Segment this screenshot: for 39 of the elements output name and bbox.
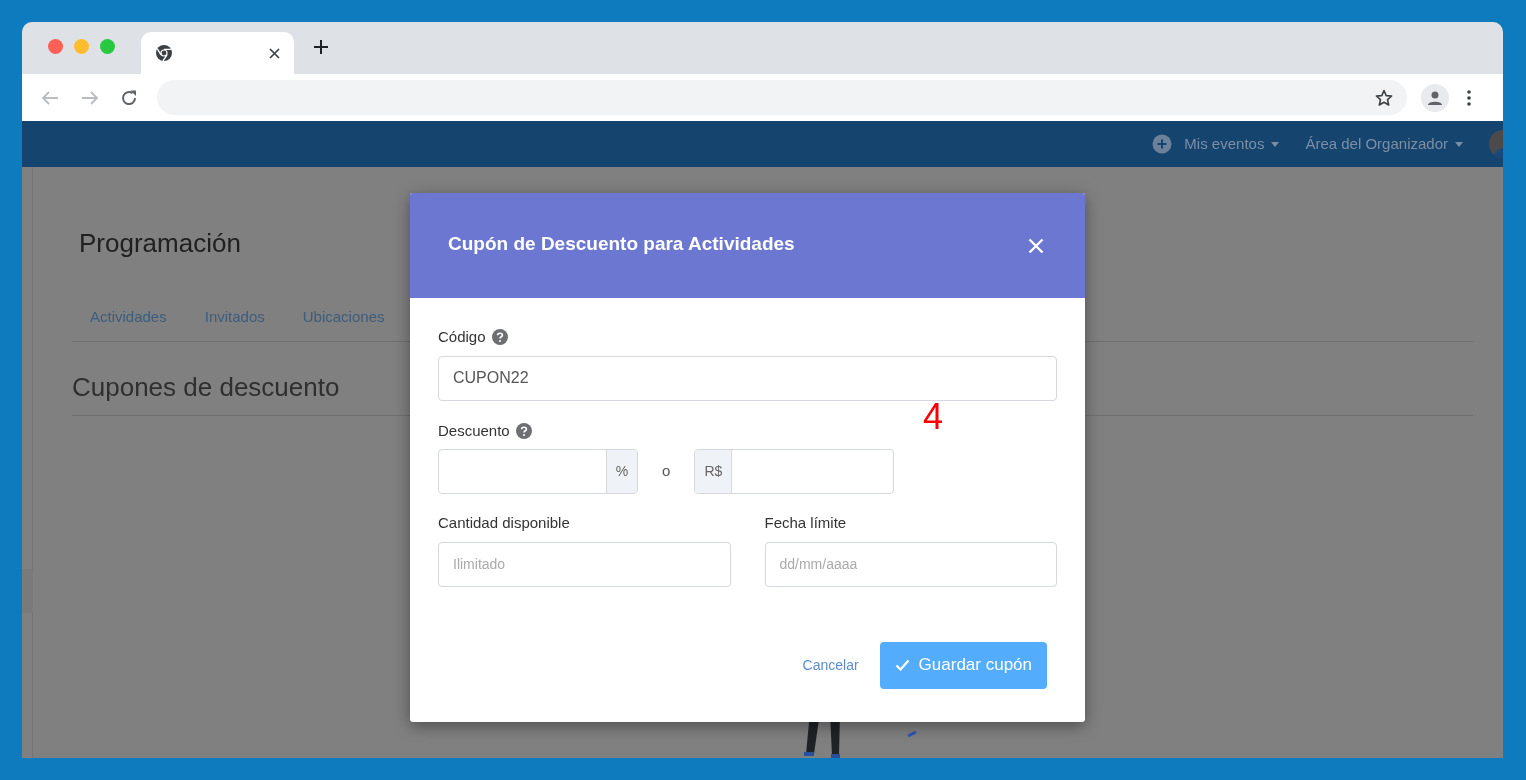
caret-icon	[1455, 141, 1463, 147]
field-label: Fecha límite	[764, 513, 847, 533]
field-label: Cantidad disponible	[438, 513, 570, 533]
help-icon[interactable]	[491, 329, 508, 346]
page-tab[interactable]: Invitados	[204, 306, 265, 329]
annotation-number: 4	[923, 399, 944, 435]
input-field[interactable]: CUPON22	[438, 355, 1057, 401]
field-label: Descuento	[438, 420, 510, 441]
page-tab[interactable]: Actividades	[90, 306, 167, 329]
dialog-title: Cupón de Descuento para Actividades	[448, 231, 795, 256]
close-icon[interactable]	[269, 47, 280, 59]
separator-text: o	[662, 461, 671, 482]
unit-label: R$	[695, 450, 733, 493]
check-icon	[894, 659, 910, 671]
star-icon[interactable]	[1375, 88, 1393, 107]
help-icon[interactable]	[515, 422, 532, 439]
chrome-icon	[155, 44, 173, 62]
input-field[interactable]: Ilimitado	[438, 541, 731, 587]
profile-button[interactable]	[1421, 83, 1449, 112]
caret-icon	[1271, 141, 1280, 147]
cancel-link[interactable]: Cancelar	[802, 654, 859, 676]
input-field[interactable]: dd/mm/aaaa	[764, 541, 1057, 587]
percent-field[interactable]: %	[438, 449, 638, 494]
nav-menu[interactable]: Área del Organizador	[1305, 132, 1463, 156]
nav-menu[interactable]: Mis eventos	[1184, 132, 1280, 156]
page-title: Programación	[79, 228, 241, 258]
close-window-button[interactable]	[48, 38, 63, 54]
person-icon	[1427, 89, 1443, 106]
field-label: Código	[438, 327, 486, 347]
unit-label: %	[606, 450, 637, 493]
page-tab[interactable]: Ubicaciones	[302, 306, 385, 329]
section-title: Cupones de descuento	[72, 371, 340, 402]
amount-field[interactable]: R$	[694, 449, 895, 494]
add-icon[interactable]	[1152, 134, 1173, 154]
browser-tab[interactable]	[141, 32, 294, 74]
menu-icon[interactable]	[1467, 89, 1471, 106]
save-button[interactable]: Guardar cupón	[879, 641, 1047, 689]
reload-icon[interactable]	[120, 88, 138, 107]
new-tab-icon[interactable]	[313, 39, 329, 55]
